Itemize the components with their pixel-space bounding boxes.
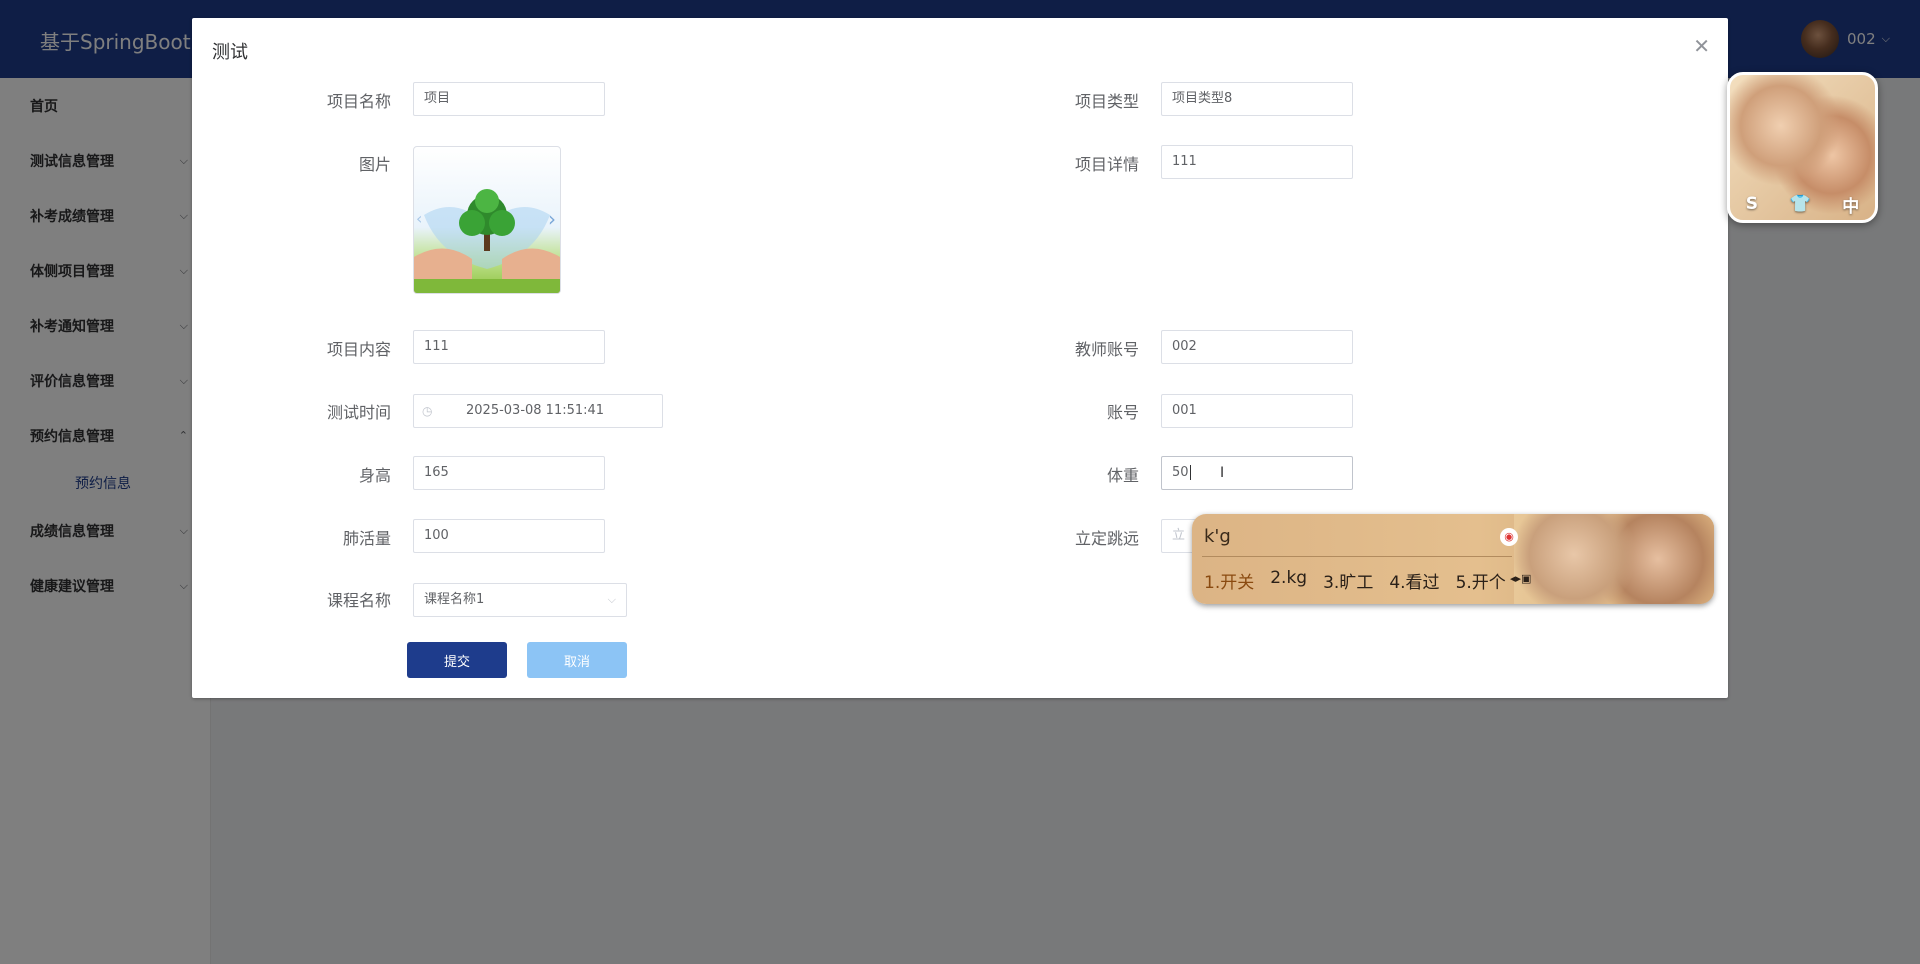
ime-candidate[interactable]: 2.kg (1270, 568, 1307, 593)
chevron-right-icon[interactable]: › (548, 207, 556, 231)
ime-divider (1202, 556, 1512, 557)
account-label: 账号 (1106, 403, 1139, 422)
cancel-button[interactable]: 取消 (527, 642, 627, 678)
ime-page-arrows-icon[interactable]: ◂▸▣ (1510, 572, 1531, 585)
submit-button[interactable]: 提交 (407, 642, 507, 678)
course-name-label: 课程名称 (326, 591, 391, 610)
ime-skin-widget[interactable]: S 👕 中 (1727, 72, 1878, 223)
project-detail-input[interactable]: 111 (1161, 145, 1353, 179)
lung-capacity-input[interactable]: 100 (413, 519, 605, 553)
ime-candidate[interactable]: 5.开个 (1456, 568, 1506, 593)
dialog-title: 测试 (212, 42, 248, 63)
text-cursor (1189, 465, 1191, 480)
chevron-left-icon[interactable]: ‹ (416, 209, 422, 228)
ime-composition: k'g (1204, 526, 1231, 547)
lung-capacity-label: 肺活量 (342, 529, 391, 548)
project-detail-label: 项目详情 (1074, 155, 1139, 174)
ime-logo-icon[interactable]: ◉ (1500, 528, 1518, 546)
weight-input[interactable]: 50 I (1161, 456, 1353, 490)
image-label: 图片 (358, 155, 391, 174)
ime-candidate[interactable]: 3.旷工 (1323, 568, 1373, 593)
project-content-input[interactable]: 111 (413, 330, 605, 364)
test-time-picker[interactable]: ◷ 2025-03-08 11:51:41 (413, 394, 663, 428)
teacher-account-input[interactable]: 002 (1161, 330, 1353, 364)
project-name-label: 项目名称 (326, 92, 391, 111)
i-beam-cursor-icon: I (1220, 465, 1225, 481)
test-time-label: 测试时间 (326, 403, 391, 422)
weight-label: 体重 (1106, 466, 1139, 485)
ime-candidate[interactable]: 1.开关 (1204, 568, 1254, 593)
weight-value: 50 (1172, 465, 1189, 480)
course-name-select[interactable]: 课程名称1 ⌵ (413, 583, 627, 617)
project-content-label: 项目内容 (326, 340, 391, 359)
tree-in-hands-image (414, 189, 560, 293)
project-name-input[interactable]: 项目 (413, 82, 605, 116)
image-upload[interactable]: ‹ › (413, 146, 561, 294)
chevron-down-icon: ⌵ (607, 593, 616, 606)
test-time-value: 2025-03-08 11:51:41 (466, 403, 605, 418)
clock-icon: ◷ (422, 404, 433, 418)
project-type-label: 项目类型 (1074, 92, 1139, 111)
height-label: 身高 (358, 466, 391, 485)
ime-toolbar: S 👕 中 (1730, 188, 1875, 220)
project-type-input[interactable]: 项目类型8 (1161, 82, 1353, 116)
teacher-account-label: 教师账号 (1074, 340, 1139, 359)
shirt-icon[interactable]: 👕 (1790, 194, 1811, 214)
account-input[interactable]: 001 (1161, 394, 1353, 428)
ime-skin-photo (1514, 514, 1714, 604)
long-jump-label: 立定跳远 (1074, 529, 1139, 548)
sogou-icon[interactable]: S (1746, 194, 1758, 214)
chinese-mode-icon[interactable]: 中 (1842, 192, 1859, 217)
ime-candidate[interactable]: 4.看过 (1389, 568, 1439, 593)
close-icon[interactable]: ✕ (1693, 34, 1710, 58)
course-name-value: 课程名称1 (424, 592, 485, 607)
ime-candidates: 1.开关 2.kg 3.旷工 4.看过 5.开个 (1204, 568, 1506, 593)
ime-candidate-window: k'g ◉ 1.开关 2.kg 3.旷工 4.看过 5.开个 ◂▸▣ (1192, 514, 1714, 604)
height-input[interactable]: 165 (413, 456, 605, 490)
